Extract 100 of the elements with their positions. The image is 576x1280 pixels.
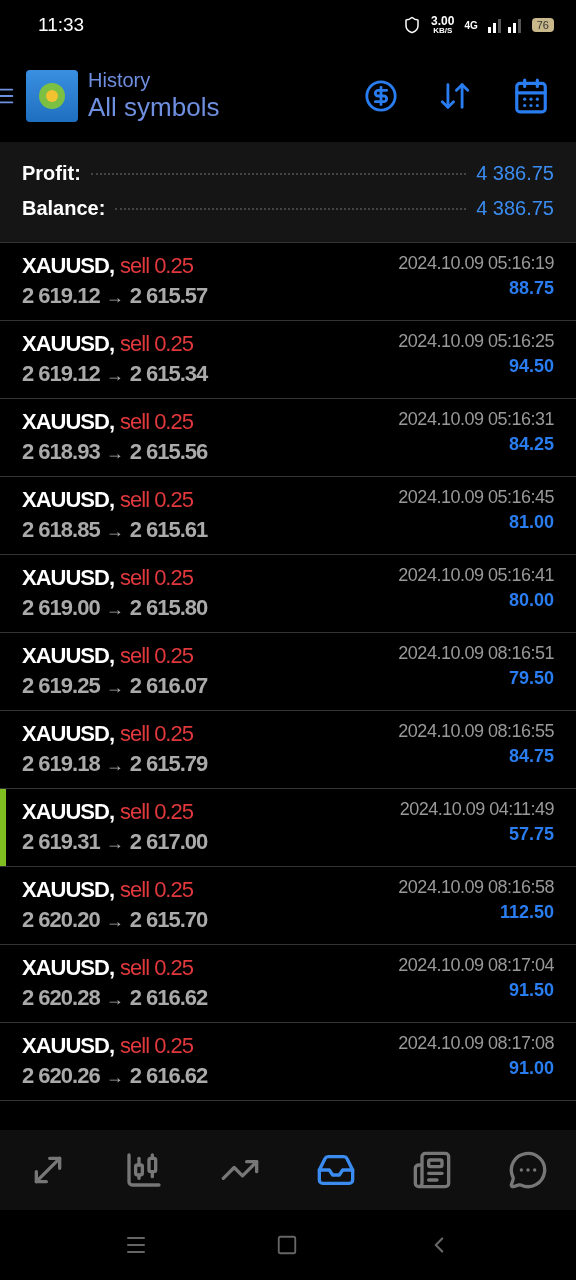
network-speed: 3.00	[431, 15, 455, 27]
deal-time: 2024.10.09 08:16:55	[398, 721, 554, 742]
open-price: 2 619.12	[22, 361, 100, 387]
deal-type: sell 0.25	[120, 253, 193, 279]
deal-row[interactable]: XAUUSD, sell 0.25 2 618.93 → 2 615.56 2024.10.09 05:16:31 84.25	[0, 399, 576, 477]
deal-row[interactable]: XAUUSD, sell 0.25 2 620.26 → 2 616.62 2024.10.09 08:17:08 91.00	[0, 1023, 576, 1101]
deal-row[interactable]: XAUUSD, sell 0.25 2 619.00 → 2 615.80 2024.10.09 05:16:41 80.00	[0, 555, 576, 633]
arrow-glyph: →	[105, 755, 124, 776]
deal-type: sell 0.25	[120, 1033, 193, 1059]
deal-row[interactable]: XAUUSD, sell 0.25 2 619.25 → 2 616.07 2024.10.09 08:16:51 79.50	[0, 633, 576, 711]
deal-type: sell 0.25	[120, 877, 193, 903]
arrow-glyph: →	[105, 833, 124, 854]
open-price: 2 618.93	[22, 439, 100, 465]
deal-type: sell 0.25	[120, 487, 193, 513]
close-price: 2 615.80	[129, 595, 208, 621]
open-price: 2 619.31	[22, 829, 100, 855]
deal-profit: 84.75	[508, 746, 554, 767]
close-price: 2 615.34	[129, 361, 208, 387]
arrow-glyph: →	[105, 287, 124, 308]
deal-row[interactable]: XAUUSD, sell 0.25 2 619.12 → 2 615.57 2024.10.09 05:16:19 88.75	[0, 243, 576, 321]
deal-profit: 91.00	[508, 1058, 554, 1079]
arrow-glyph: →	[105, 1067, 124, 1088]
deal-symbol: XAUUSD,	[22, 487, 114, 513]
deal-type: sell 0.25	[120, 643, 193, 669]
deal-profit: 91.50	[508, 980, 554, 1001]
deal-time: 2024.10.09 05:16:41	[398, 565, 554, 586]
open-price: 2 620.28	[22, 985, 100, 1011]
signal-icon	[487, 17, 522, 33]
status-time: 11:33	[38, 14, 85, 36]
deal-profit: 57.75	[508, 824, 554, 845]
deal-time: 2024.10.09 08:17:04	[398, 955, 554, 976]
arrow-glyph: →	[105, 989, 124, 1010]
arrow-glyph: →	[105, 599, 124, 620]
deal-type: sell 0.25	[120, 955, 193, 981]
close-price: 2 615.56	[129, 439, 208, 465]
deal-symbol: XAUUSD,	[22, 643, 114, 669]
deal-time: 2024.10.09 05:16:25	[398, 331, 554, 352]
open-price: 2 620.26	[22, 1063, 100, 1089]
deal-row[interactable]: XAUUSD, sell 0.25 2 619.31 → 2 617.00 2024.10.09 04:11:49 57.75	[0, 789, 576, 867]
arrow-glyph: →	[105, 365, 124, 386]
close-price: 2 615.79	[129, 751, 208, 777]
arrow-glyph: →	[105, 521, 124, 542]
app-logo	[26, 70, 78, 122]
deal-type: sell 0.25	[120, 331, 193, 357]
deal-time: 2024.10.09 08:17:08	[398, 1033, 554, 1054]
arrow-glyph: →	[105, 443, 124, 464]
battery-level: 76	[531, 18, 554, 32]
shield-icon	[403, 16, 422, 34]
deal-profit: 94.50	[508, 356, 554, 377]
summary-value: 4 386.75	[476, 162, 554, 185]
open-price: 2 618.85	[22, 517, 100, 543]
deal-time: 2024.10.09 05:16:45	[398, 487, 554, 508]
deal-time: 2024.10.09 05:16:31	[398, 409, 554, 430]
close-price: 2 615.70	[129, 907, 208, 933]
deal-profit: 88.75	[508, 278, 554, 299]
close-price: 2 616.62	[129, 985, 208, 1011]
close-price: 2 616.07	[129, 673, 208, 699]
deal-type: sell 0.25	[120, 565, 193, 591]
deal-symbol: XAUUSD,	[22, 409, 114, 435]
deal-symbol: XAUUSD,	[22, 253, 114, 279]
deal-profit: 80.00	[508, 590, 554, 611]
deal-profit: 112.50	[499, 902, 554, 923]
symbols-filter[interactable]: All symbols	[88, 92, 350, 123]
deal-profit: 84.25	[508, 434, 554, 455]
deal-symbol: XAUUSD,	[22, 955, 114, 981]
close-price: 2 615.57	[129, 283, 208, 309]
summary-label: Balance:	[22, 197, 106, 220]
summary-label: Profit:	[22, 162, 81, 185]
deal-symbol: XAUUSD,	[22, 565, 114, 591]
deal-row[interactable]: XAUUSD, sell 0.25 2 618.85 → 2 615.61 2024.10.09 05:16:45 81.00	[0, 477, 576, 555]
deal-symbol: XAUUSD,	[22, 331, 114, 357]
close-price: 2 615.61	[129, 517, 208, 543]
deal-symbol: XAUUSD,	[22, 877, 114, 903]
network-type: 4G	[464, 19, 478, 31]
deal-row[interactable]: XAUUSD, sell 0.25 2 620.28 → 2 616.62 2024.10.09 08:17:04 91.50	[0, 945, 576, 1023]
deal-symbol: XAUUSD,	[22, 721, 114, 747]
deal-symbol: XAUUSD,	[22, 799, 114, 825]
deal-profit: 79.50	[508, 668, 554, 689]
deal-type: sell 0.25	[120, 799, 193, 825]
deal-row[interactable]: XAUUSD, sell 0.25 2 619.12 → 2 615.34 2024.10.09 05:16:25 94.50	[0, 321, 576, 399]
deal-type: sell 0.25	[120, 721, 193, 747]
arrow-glyph: →	[105, 911, 124, 932]
deal-time: 2024.10.09 08:16:58	[398, 877, 554, 898]
summary-value: 4 386.75	[476, 197, 554, 220]
deal-time: 2024.10.09 08:16:51	[398, 643, 554, 664]
deal-row[interactable]: XAUUSD, sell 0.25 2 619.18 → 2 615.79 2024.10.09 08:16:55 84.75	[0, 711, 576, 789]
deal-time: 2024.10.09 05:16:19	[398, 253, 554, 274]
speed-unit: KB/S	[433, 27, 453, 35]
open-price: 2 620.20	[22, 907, 100, 933]
close-price: 2 617.00	[129, 829, 208, 855]
deal-row[interactable]: XAUUSD, sell 0.25 2 620.20 → 2 615.70 2024.10.09 08:16:58 112.50	[0, 867, 576, 945]
deal-profit: 81.00	[508, 512, 554, 533]
open-price: 2 619.18	[22, 751, 100, 777]
deal-type: sell 0.25	[120, 409, 193, 435]
close-price: 2 616.62	[129, 1063, 208, 1089]
arrow-glyph: →	[105, 677, 124, 698]
deal-time: 2024.10.09 04:11:49	[399, 799, 554, 820]
open-price: 2 619.12	[22, 283, 100, 309]
open-price: 2 619.25	[22, 673, 100, 699]
deal-symbol: XAUUSD,	[22, 1033, 114, 1059]
